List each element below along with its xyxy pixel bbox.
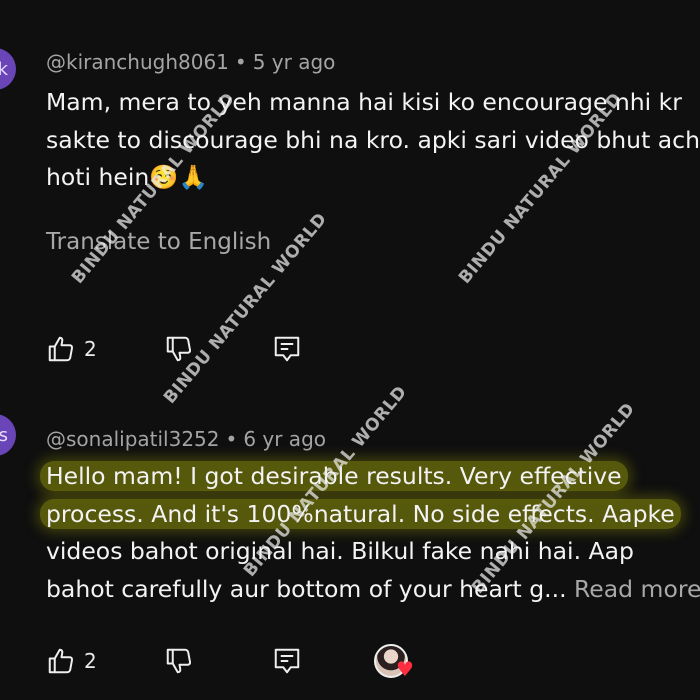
username[interactable]: @kiranchugh8061: [46, 50, 229, 74]
like-button[interactable]: 2: [46, 333, 97, 365]
creator-heart-badge: ♥: [374, 641, 414, 681]
comment-1: k @kiranchugh8061 • 5 yr ago Mam, mera to …: [0, 0, 700, 380]
thumbs-up-icon: [48, 648, 74, 674]
timestamp: 5 yr ago: [252, 50, 336, 74]
read-more-link[interactable]: Read more: [574, 575, 700, 603]
reply-button[interactable]: [272, 645, 302, 677]
like-button[interactable]: 2: [46, 645, 97, 677]
comment-meta: @sonalipatil3252 • 6 yr ago: [46, 427, 326, 451]
reply-button[interactable]: [272, 333, 302, 365]
comment-line-highlighted: Hello mam! I got desirable results. Very…: [40, 458, 696, 496]
username[interactable]: @sonalipatil3252: [46, 427, 220, 451]
comment-line-highlighted: process. And it's 100%natural. No side e…: [40, 496, 696, 534]
meta-separator: •: [234, 50, 247, 74]
comment-text: Hello mam! I got desirable results. Very…: [40, 458, 700, 608]
dislike-button[interactable]: [164, 645, 194, 677]
thumbs-up-icon: [48, 336, 74, 362]
comment-line-last: bahot carefully aur bottom of your heart…: [46, 574, 700, 603]
like-count: 2: [84, 649, 97, 673]
heart-icon: ♥: [396, 657, 414, 681]
comment-text: Mam, mera to yeh manna hai kisi ko encou…: [46, 84, 700, 197]
thumbs-down-icon: [166, 648, 192, 674]
timestamp: 6 yr ago: [243, 427, 326, 451]
reply-icon: [274, 648, 300, 674]
meta-separator: •: [225, 427, 238, 451]
user-avatar[interactable]: k: [0, 48, 16, 90]
reply-icon: [274, 336, 300, 362]
translate-button[interactable]: Translate to English: [46, 229, 271, 255]
comment-meta: @kiranchugh8061 • 5 yr ago: [46, 50, 335, 74]
like-count: 2: [84, 337, 97, 361]
user-avatar[interactable]: s: [0, 414, 16, 456]
comment-line: videos bahot original hai. Bilkul fake n…: [46, 537, 634, 565]
